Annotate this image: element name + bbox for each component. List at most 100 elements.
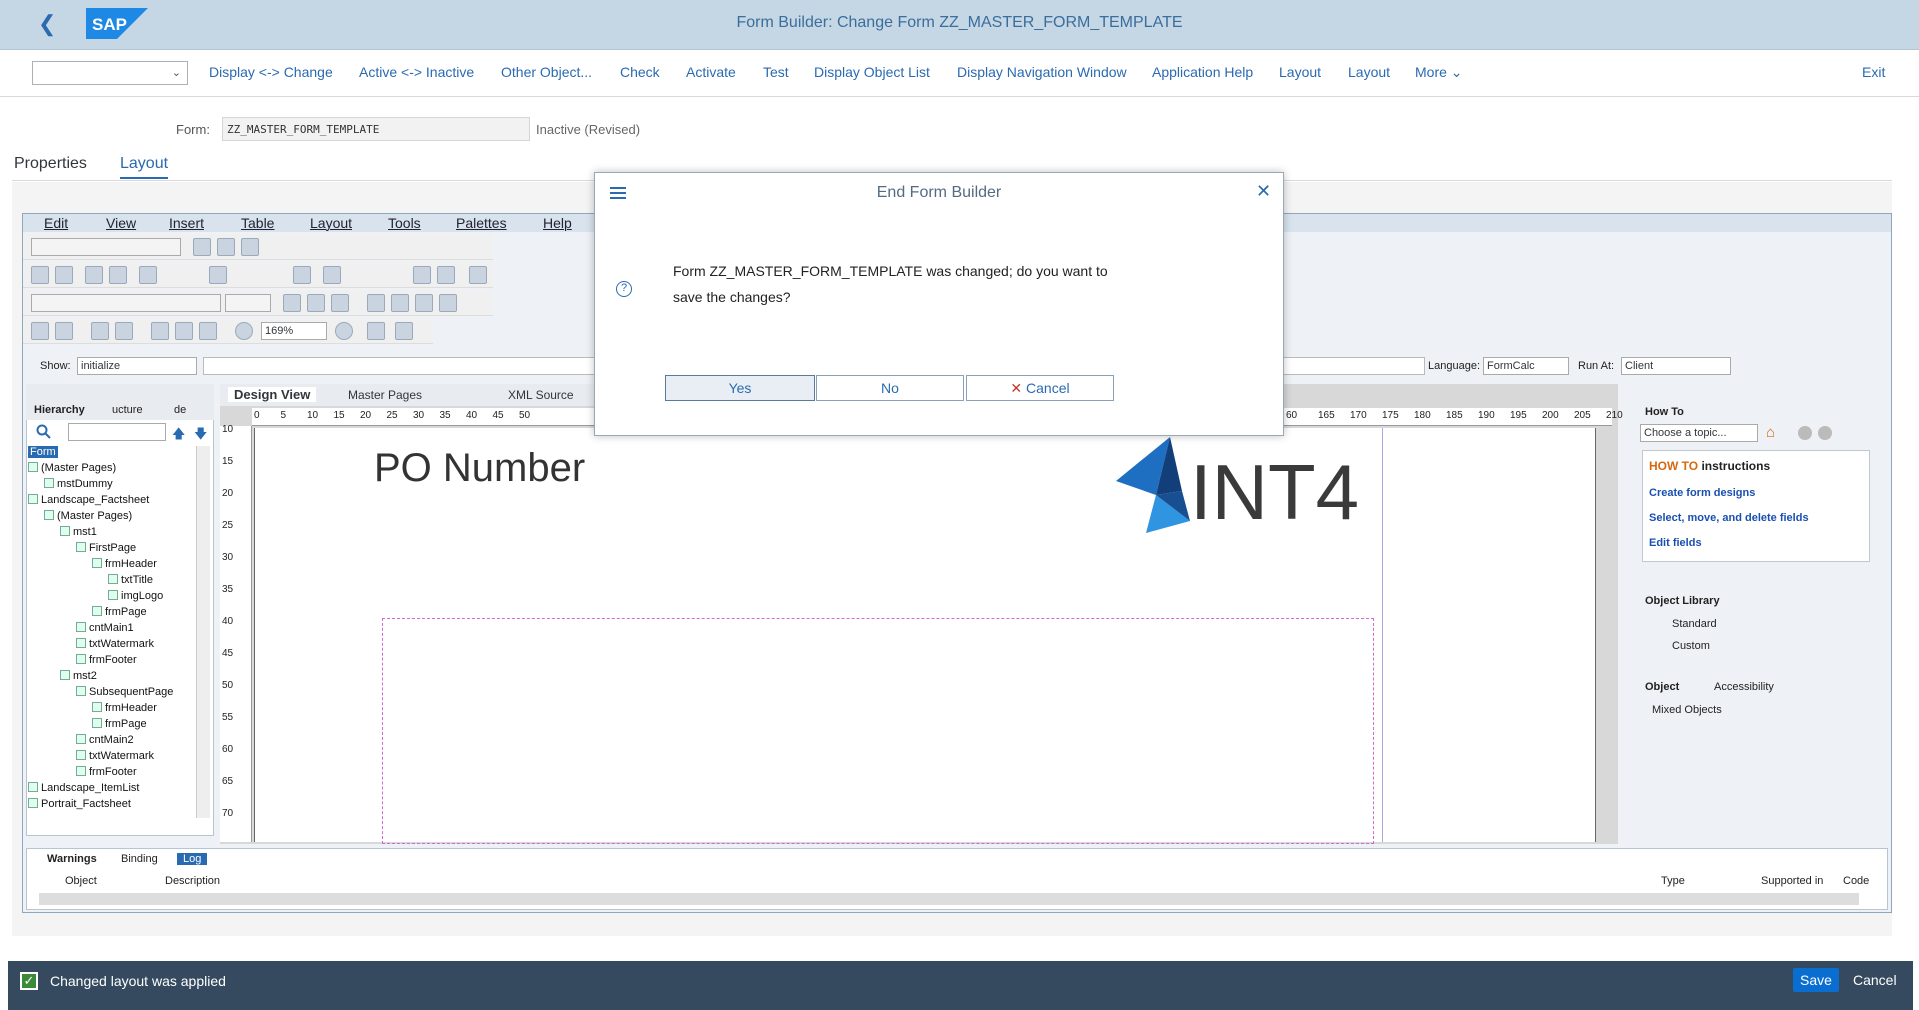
underline-icon[interactable] <box>331 294 349 312</box>
italic-icon[interactable] <box>307 294 325 312</box>
fit-width-icon[interactable] <box>199 322 217 340</box>
zoom-out-icon[interactable] <box>235 322 253 340</box>
howto-link-select[interactable]: Select, move, and delete fields <box>1649 512 1809 524</box>
tree-item[interactable]: cntMain1 <box>76 622 134 634</box>
tab-object[interactable]: Object <box>1645 681 1679 693</box>
save-button[interactable]: Save <box>1793 968 1839 992</box>
howto-link-create[interactable]: Create form designs <box>1649 487 1755 499</box>
group-icon[interactable] <box>293 266 311 284</box>
tree-item[interactable]: Portrait_Factsheet <box>28 798 131 810</box>
language-select[interactable]: FormCalc <box>1483 357 1569 375</box>
align-text-center-icon[interactable] <box>391 294 409 312</box>
tree-item[interactable]: mst2 <box>60 670 97 682</box>
arrow-down-icon[interactable]: 🡇 <box>194 425 207 447</box>
back-nav-icon[interactable] <box>1798 426 1812 440</box>
distribute-icon[interactable] <box>209 266 227 284</box>
layout-icon[interactable] <box>469 266 487 284</box>
menu-insert[interactable]: Insert <box>169 215 204 231</box>
zoom-in-icon[interactable] <box>335 322 353 340</box>
grid-icon[interactable] <box>91 322 109 340</box>
tab-layout[interactable]: Layout <box>120 155 169 179</box>
tree-item[interactable]: SubsequentPage <box>76 686 173 698</box>
display-change-button[interactable]: Display <-> Change <box>209 64 333 80</box>
tab-hierarchy[interactable]: Hierarchy <box>34 404 85 416</box>
tree-scrollbar[interactable] <box>196 446 210 818</box>
tab-how-to[interactable]: How To <box>1645 406 1684 418</box>
display-navigation-window-button[interactable]: Display Navigation Window <box>957 64 1127 80</box>
add-icon[interactable] <box>217 238 235 256</box>
tab-binding[interactable]: Binding <box>121 853 158 865</box>
size-height-icon[interactable] <box>437 266 455 284</box>
tree-item[interactable]: frmHeader <box>92 558 157 570</box>
check-button[interactable]: Check <box>620 64 660 80</box>
cancel-button[interactable]: Cancel <box>1853 972 1897 988</box>
menu-view[interactable]: View <box>106 215 136 231</box>
preview-icon[interactable] <box>367 322 385 340</box>
tree-item[interactable]: Form <box>28 446 58 458</box>
font-size-select[interactable] <box>225 294 271 312</box>
align-text-right-icon[interactable] <box>415 294 433 312</box>
menu-layout[interactable]: Layout <box>310 215 352 231</box>
no-button[interactable]: No <box>816 375 964 401</box>
align-right-icon[interactable] <box>55 266 73 284</box>
font-family-select[interactable] <box>31 294 221 312</box>
arrow-up-icon[interactable]: 🡅 <box>172 425 185 447</box>
tree-item[interactable]: imgLogo <box>108 590 163 602</box>
align-top-icon[interactable] <box>85 266 103 284</box>
tree-item[interactable]: frmPage <box>92 718 147 730</box>
center-icon[interactable] <box>139 266 157 284</box>
exit-button[interactable]: Exit <box>1862 64 1885 80</box>
form-name-field[interactable]: ZZ_MASTER_FORM_TEMPLATE <box>222 117 530 141</box>
tree-item[interactable]: mst1 <box>60 526 97 538</box>
tree-item[interactable]: mstDummy <box>44 478 113 490</box>
tree-item[interactable]: frmHeader <box>92 702 157 714</box>
tab-log[interactable]: Log <box>177 853 208 865</box>
tree-item[interactable]: frmFooter <box>76 654 137 666</box>
tab-design-view[interactable]: Design View <box>228 387 317 402</box>
tree-item[interactable]: FirstPage <box>76 542 136 554</box>
zoom-select[interactable]: 169% <box>261 322 327 340</box>
po-number-text[interactable]: PO Number <box>374 446 585 491</box>
tab-data[interactable]: de <box>174 404 186 416</box>
forward-nav-icon[interactable] <box>1818 426 1832 440</box>
objlib-standard[interactable]: Standard <box>1672 618 1717 630</box>
tab-accessibility[interactable]: Accessibility <box>1714 681 1774 693</box>
tree-item[interactable]: txtTitle <box>108 574 153 586</box>
justify-icon[interactable] <box>439 294 457 312</box>
tree-item[interactable]: Landscape_Factsheet <box>28 494 149 506</box>
bold-icon[interactable] <box>283 294 301 312</box>
show-select[interactable]: initialize <box>77 357 197 375</box>
log-scrollbar[interactable] <box>39 893 1859 905</box>
command-field[interactable]: ⌄ <box>32 61 188 85</box>
size-icon[interactable] <box>413 266 431 284</box>
layout-button-2[interactable]: Layout <box>1348 64 1390 80</box>
redo-icon[interactable] <box>55 322 73 340</box>
align-text-left-icon[interactable] <box>367 294 385 312</box>
objlib-custom[interactable]: Custom <box>1672 640 1710 652</box>
tree-item[interactable]: cntMain2 <box>76 734 134 746</box>
tree-item[interactable]: txtWatermark <box>76 750 154 762</box>
other-object-button[interactable]: Other Object... <box>501 64 592 80</box>
tab-properties[interactable]: Properties <box>14 155 87 173</box>
new-icon[interactable] <box>193 238 211 256</box>
snap-grid-icon[interactable] <box>115 322 133 340</box>
menu-table[interactable]: Table <box>241 215 274 231</box>
menu-palettes[interactable]: Palettes <box>456 215 507 231</box>
int4-logo[interactable]: INT4 <box>1110 435 1370 535</box>
menu-tools[interactable]: Tools <box>388 215 421 231</box>
content-area-frame[interactable] <box>382 618 1374 844</box>
menu-edit[interactable]: Edit <box>44 215 68 231</box>
tree-item[interactable]: (Master Pages) <box>28 462 116 474</box>
display-object-list-button[interactable]: Display Object List <box>814 64 930 80</box>
undo-icon[interactable] <box>31 322 49 340</box>
tree-item[interactable]: Landscape_ItemList <box>28 782 139 794</box>
align-bottom-icon[interactable] <box>109 266 127 284</box>
more-button[interactable]: More ⌄ <box>1415 64 1463 81</box>
fit-height-icon[interactable] <box>175 322 193 340</box>
howto-link-edit[interactable]: Edit fields <box>1649 537 1702 549</box>
runat-select[interactable]: Client <box>1621 357 1731 375</box>
page-icon[interactable] <box>151 322 169 340</box>
yes-button[interactable]: Yes <box>665 375 815 401</box>
tab-structure[interactable]: ucture <box>112 404 143 416</box>
align-left-icon[interactable] <box>31 266 49 284</box>
